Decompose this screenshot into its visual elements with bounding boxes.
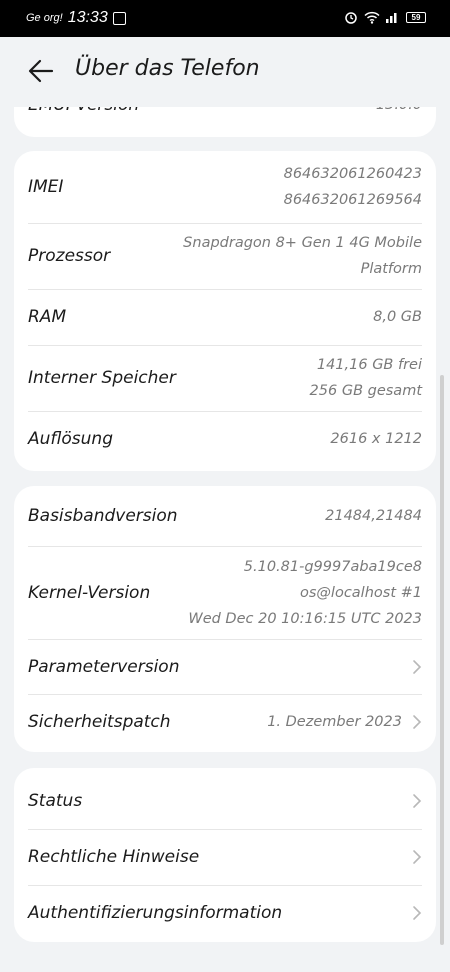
kernel-line-1: 5.10.81-g9997aba19ce8 — [243, 558, 422, 575]
kernel-value: 5.10.81-g9997aba19ce8 os@localhost #1 We… — [188, 554, 422, 632]
chevron-right-icon — [412, 849, 422, 865]
app-bar: Über das Telefon — [0, 37, 450, 107]
chevron-right-icon — [412, 793, 422, 809]
hardware-card: IMEI 864632061260423 864632061269564 Pro… — [14, 151, 436, 471]
storage-free: 141,16 GB frei — [316, 357, 422, 373]
back-arrow-icon[interactable] — [27, 57, 55, 85]
processor-row: Prozessor Snapdragon 8+ Gen 1 4G Mobile … — [28, 223, 422, 290]
links-card: Status Rechtliche Hinweise Authentifizie… — [14, 768, 436, 942]
security-patch-row[interactable]: Sicherheitspatch 1. Dezember 2023 — [28, 694, 422, 749]
storage-total: 256 GB gesamt — [309, 383, 422, 399]
chevron-right-icon — [412, 905, 422, 921]
imei-values: 864632061260423 864632061269564 — [284, 161, 422, 213]
legal-label: Rechtliche Hinweise — [28, 847, 200, 867]
baseband-value: 21484,21484 — [325, 508, 422, 524]
wifi-icon — [364, 11, 380, 24]
baseband-label: Basisbandversion — [28, 506, 178, 526]
security-patch-value: 1. Dezember 2023 — [267, 713, 402, 730]
ram-label: RAM — [28, 307, 67, 327]
battery-icon: 59 — [406, 11, 426, 23]
baseband-row: Basisbandversion 21484,21484 — [28, 486, 422, 547]
auth-info-label: Authentifizierungsinformation — [28, 903, 283, 923]
kernel-row: Kernel-Version 5.10.81-g9997aba19ce8 os@… — [28, 546, 422, 640]
carrier-text: Ge org! — [26, 12, 63, 24]
storage-value: 141,16 GB frei 256 GB gesamt — [310, 352, 422, 404]
parameter-version-label: Parameterversion — [28, 656, 180, 677]
signal-icon — [386, 11, 400, 23]
resolution-row: Auflösung 2616 x 1212 — [28, 411, 422, 467]
kernel-label: Kernel-Version — [28, 582, 151, 603]
security-patch-label: Sicherheitspatch — [28, 711, 171, 732]
clock: 13:33 — [67, 9, 108, 26]
scrollbar[interactable] — [440, 375, 444, 945]
parameter-version-row[interactable]: Parameterversion — [28, 639, 422, 695]
kernel-line-2: os@localhost #1 — [300, 584, 422, 601]
processor-label: Prozessor — [28, 246, 111, 266]
chevron-right-icon — [412, 714, 422, 730]
storage-row: Interner Speicher 141,16 GB frei 256 GB … — [28, 345, 422, 412]
imei-row: IMEI 864632061260423 864632061269564 — [28, 151, 422, 224]
imei-label: IMEI — [28, 177, 64, 197]
alarm-icon — [344, 10, 358, 24]
auth-info-row[interactable]: Authentifizierungsinformation — [28, 885, 422, 941]
resolution-value: 2616 x 1212 — [330, 431, 422, 447]
imei-1: 864632061260423 — [283, 166, 422, 182]
page-title: Über das Telefon — [75, 56, 260, 81]
status-row[interactable]: Status — [28, 773, 422, 830]
resolution-label: Auflösung — [28, 429, 113, 449]
storage-label: Interner Speicher — [28, 368, 176, 388]
legal-row[interactable]: Rechtliche Hinweise — [28, 829, 422, 886]
software-card: Basisbandversion 21484,21484 Kernel-Vers… — [14, 486, 436, 752]
processor-line-2: Platform — [360, 261, 422, 277]
imei-2: 864632061269564 — [283, 192, 422, 208]
status-bar: Ge org! 13:33 59 — [0, 0, 450, 37]
chevron-right-icon — [412, 659, 422, 675]
processor-line-1: Snapdragon 8+ Gen 1 4G Mobile — [183, 235, 422, 251]
ram-row: RAM 8,0 GB — [28, 289, 422, 346]
ram-value: 8,0 GB — [373, 309, 422, 325]
status-label: Status — [28, 791, 83, 811]
notification-icon — [112, 11, 126, 25]
kernel-line-3: Wed Dec 20 10:16:15 UTC 2023 — [188, 610, 422, 627]
processor-value: Snapdragon 8+ Gen 1 4G Mobile Platform — [183, 230, 422, 282]
